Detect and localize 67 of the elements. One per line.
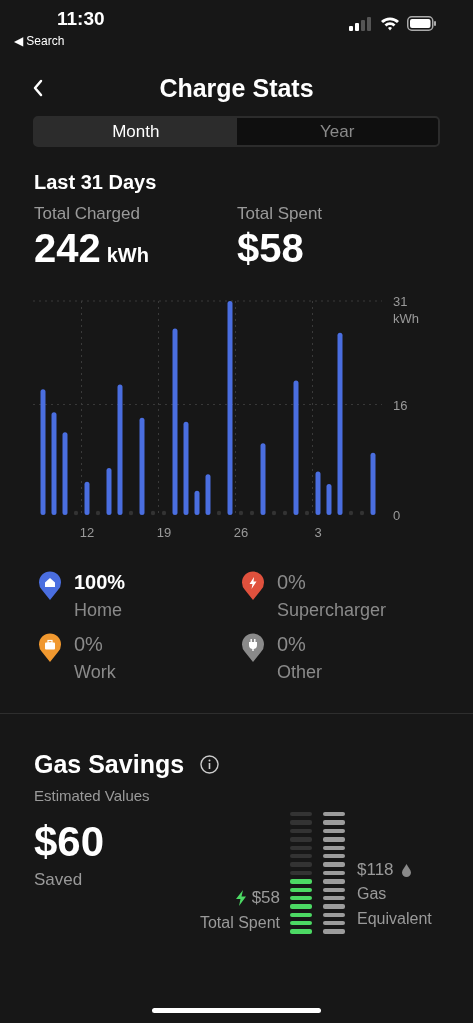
section-subtitle: Estimated Values xyxy=(34,787,151,804)
spent-value: $58 xyxy=(251,887,280,908)
gas-label: Gas Equivalent xyxy=(357,884,433,930)
plug-pin-icon xyxy=(241,633,265,663)
chart-bar xyxy=(194,490,200,515)
chart-bar xyxy=(326,483,332,515)
chart-bar xyxy=(205,474,211,515)
zero-dot xyxy=(161,510,167,516)
bolt-icon xyxy=(235,889,246,906)
zero-dot xyxy=(304,510,310,516)
period-tab[interactable]: Year xyxy=(236,118,438,145)
home-pin-icon xyxy=(38,571,62,601)
total-value: $58 xyxy=(237,226,304,271)
y-tick-label: 16 xyxy=(393,397,408,413)
section-title: Gas Savings xyxy=(34,750,185,779)
location-percent: 0% xyxy=(74,633,104,656)
total-value: 242 xyxy=(34,226,101,271)
gas-value: $118 xyxy=(357,860,394,881)
y-axis-label: kWh xyxy=(393,311,419,326)
location-percent: 0% xyxy=(277,571,307,594)
x-tick-label: 12 xyxy=(79,525,95,540)
location-percent: 100% xyxy=(74,571,126,594)
saved-value: $60 xyxy=(34,818,106,866)
back-chevron-icon[interactable] xyxy=(32,78,44,98)
location-label: Other xyxy=(277,662,323,683)
spent-label: Total Spent xyxy=(199,913,280,932)
zero-dot xyxy=(271,510,277,516)
zero-dot xyxy=(150,510,156,516)
bolt-pin-icon xyxy=(241,571,265,601)
zero-dot xyxy=(249,510,255,516)
x-tick-label: 26 xyxy=(233,525,249,540)
wifi-icon xyxy=(380,16,400,31)
drop-icon xyxy=(401,863,411,877)
location-label: Supercharger xyxy=(277,600,387,621)
page-title: Charge Stats xyxy=(159,73,314,103)
location-label: Work xyxy=(74,662,116,683)
zero-dot xyxy=(73,510,79,516)
zero-dot xyxy=(238,510,244,516)
signal-icon xyxy=(349,16,373,31)
work-pin-icon xyxy=(38,633,62,663)
chart-bar xyxy=(84,481,90,515)
period-heading: Last 31 Days xyxy=(34,171,158,194)
zero-dot xyxy=(282,510,288,516)
location-label: Home xyxy=(74,600,123,621)
info-icon[interactable] xyxy=(200,755,220,774)
total-label: Total Charged xyxy=(34,204,141,224)
chart-bar xyxy=(106,468,112,515)
period-tab[interactable]: Month xyxy=(35,118,237,145)
unit-label: kWh xyxy=(106,244,149,267)
zero-dot xyxy=(359,510,365,516)
zero-dot xyxy=(348,510,354,516)
back-link[interactable]: ◀ Search xyxy=(14,34,65,48)
x-tick-label: 3 xyxy=(314,525,322,540)
zero-dot xyxy=(95,510,101,516)
saved-label: Saved xyxy=(34,870,84,890)
zero-dot xyxy=(128,510,134,516)
status-time: 11:30 xyxy=(57,8,105,30)
total-label: Total Spent xyxy=(237,204,324,224)
y-tick-label: 31 xyxy=(393,294,408,309)
battery-icon xyxy=(407,16,437,31)
chart-bar xyxy=(315,471,321,515)
location-percent: 0% xyxy=(277,633,307,656)
x-tick-label: 19 xyxy=(156,525,172,540)
zero-dot xyxy=(216,510,222,516)
y-tick-label: 0 xyxy=(393,508,401,523)
chart-bar xyxy=(260,443,266,515)
chart-bar xyxy=(370,452,376,515)
